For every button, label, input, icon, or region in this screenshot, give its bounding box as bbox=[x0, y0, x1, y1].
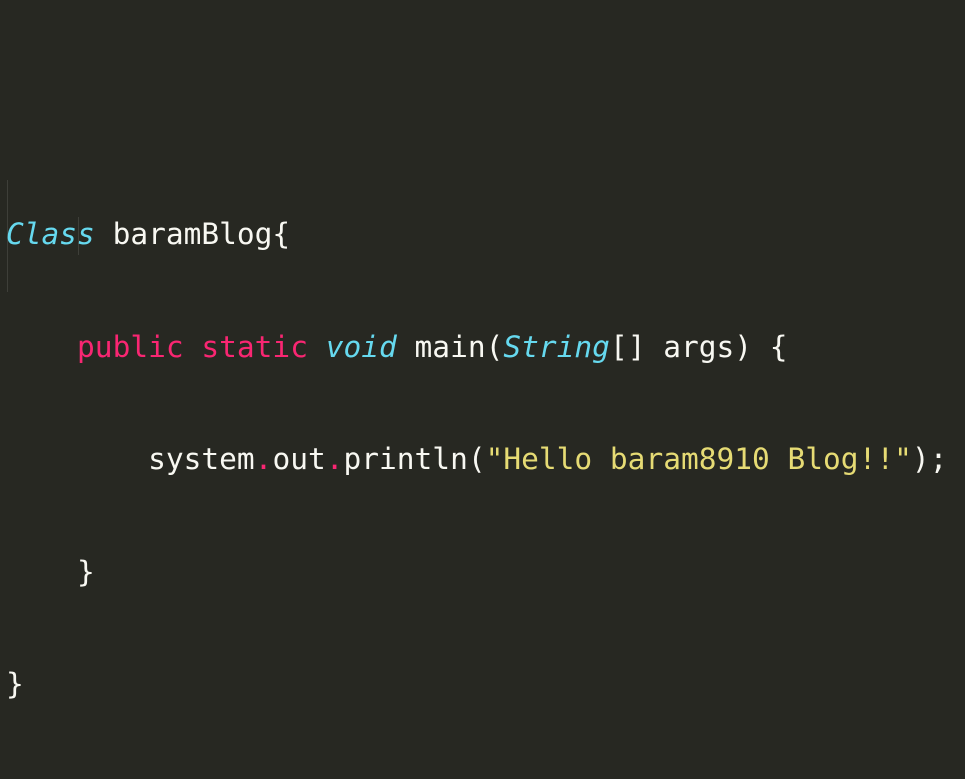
code-line-5: } bbox=[6, 666, 947, 704]
code-line-4: } bbox=[6, 554, 947, 592]
method-params: [] args) { bbox=[609, 329, 788, 364]
code-editor[interactable]: Class baramBlog{ public static void main… bbox=[0, 0, 965, 701]
public-keyword: public bbox=[77, 329, 184, 364]
out-identifier: out bbox=[272, 442, 326, 476]
member-dot: . bbox=[254, 442, 273, 476]
class-name: baramBlog{ bbox=[94, 217, 291, 251]
void-keyword: void bbox=[325, 329, 397, 364]
system-identifier: system bbox=[148, 442, 255, 476]
closing-brace: } bbox=[6, 667, 24, 701]
statement-end: ); bbox=[911, 442, 948, 476]
static-keyword: static bbox=[201, 329, 308, 364]
println-call: println( bbox=[343, 442, 486, 476]
member-dot: . bbox=[325, 442, 344, 476]
method-name: main( bbox=[396, 329, 504, 364]
code-line-2: public static void main(String[] args) { bbox=[6, 329, 947, 367]
string-literal: "Hello baram8910 Blog!!" bbox=[485, 442, 912, 476]
closing-brace: } bbox=[77, 554, 95, 589]
class-keyword: Class bbox=[6, 217, 95, 251]
code-line-1: Class baramBlog{ bbox=[6, 216, 947, 254]
string-type: String bbox=[503, 329, 610, 364]
